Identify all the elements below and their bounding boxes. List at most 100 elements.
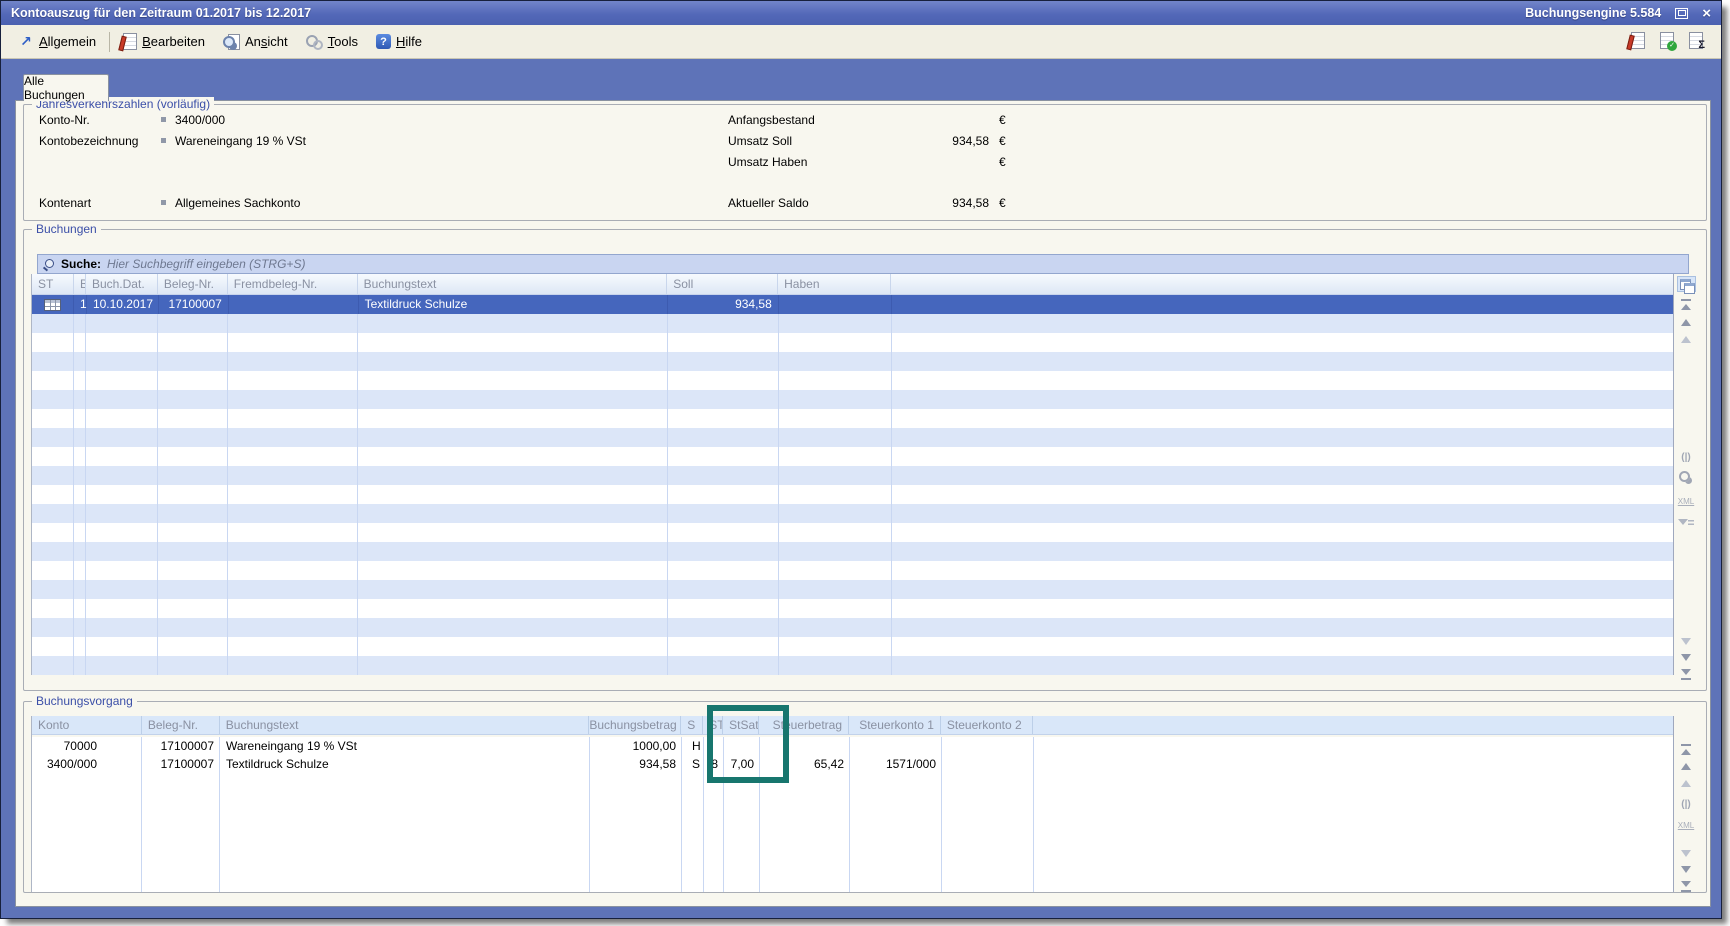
field-value: Allgemeines Sachkonto xyxy=(175,196,300,210)
transaction-table: KontoBeleg-Nr.BuchungstextBuchungsbetrag… xyxy=(31,716,1674,892)
field-label: Kontenart xyxy=(39,196,91,210)
engine-version: Buchungsengine 5.584 xyxy=(1525,6,1661,20)
column-header-Buchungsbetrag[interactable]: Buchungsbetrag xyxy=(589,716,681,734)
table-row[interactable] xyxy=(32,523,1673,542)
transaction-row[interactable]: 7000017100007Wareneingang 19 % VSt1000,0… xyxy=(32,737,1673,755)
cell xyxy=(32,295,74,314)
column-header-Steuerkonto 2[interactable]: Steuerkonto 2 xyxy=(941,716,1033,734)
grid-icon xyxy=(44,299,61,311)
scroll-top-icon[interactable] xyxy=(1677,744,1695,757)
scroll-down-icon[interactable] xyxy=(1677,651,1695,664)
page-up-icon[interactable] xyxy=(1677,777,1695,790)
field-bullet-icon xyxy=(161,200,166,205)
transaction-row[interactable]: 3400/00017100007Textildruck Schulze934,5… xyxy=(32,755,1673,773)
table-row[interactable] xyxy=(32,352,1673,371)
search-input[interactable]: Suche: Hier Suchbegriff eingeben (STRG+S… xyxy=(37,254,1689,274)
close-button[interactable]: × xyxy=(1702,6,1711,21)
doc-check-icon[interactable] xyxy=(1660,32,1674,49)
table-row[interactable] xyxy=(32,485,1673,504)
column-header-filler[interactable] xyxy=(891,274,1673,294)
xml-icon[interactable] xyxy=(1677,819,1695,832)
table-row[interactable] xyxy=(32,618,1673,637)
zoom-icon[interactable] xyxy=(1677,471,1695,484)
table-row[interactable] xyxy=(32,656,1673,675)
cell: 1000,00 xyxy=(590,737,682,755)
column-header-Beleg-Nr.[interactable]: Beleg-Nr. xyxy=(158,274,228,294)
window-title: Kontoauszug für den Zeitraum 01.2017 bis… xyxy=(11,6,311,20)
group-title: Buchungen xyxy=(32,222,101,236)
field-value: 3400/000 xyxy=(175,113,225,127)
field-label: Aktueller Saldo xyxy=(728,196,809,210)
doc-sum-icon[interactable] xyxy=(1689,32,1703,49)
column-header-Buchungstext[interactable]: Buchungstext xyxy=(220,716,590,734)
cell: Textildruck Schulze xyxy=(359,295,668,314)
search-icon xyxy=(43,258,55,270)
scroll-top-icon[interactable] xyxy=(1677,299,1695,312)
table-row[interactable] xyxy=(32,333,1673,352)
app-window: Kontoauszug für den Zeitraum 01.2017 bis… xyxy=(0,0,1722,919)
menu-bearbeiten[interactable]: Bearbeiten xyxy=(114,29,214,55)
menu-label: Tools xyxy=(328,34,358,49)
page-up-icon[interactable] xyxy=(1677,333,1695,346)
split-icon[interactable] xyxy=(1677,798,1695,811)
column-header-Fremdbeleg-Nr.[interactable]: Fremdbeleg-Nr. xyxy=(228,274,358,294)
cell: 934,58 xyxy=(590,755,682,773)
doc-pen-icon[interactable] xyxy=(1631,32,1645,49)
booking-row-selected[interactable]: 110.10.201717100007Textildruck Schulze93… xyxy=(32,295,1673,314)
column-chooser-icon[interactable] xyxy=(1677,276,1696,292)
column-header-ST[interactable]: ST xyxy=(32,274,74,294)
page-down-icon[interactable] xyxy=(1677,847,1695,860)
table-row[interactable] xyxy=(32,371,1673,390)
scroll-down-icon[interactable] xyxy=(1677,863,1695,876)
menu-allgemein[interactable]: Allgemein xyxy=(9,29,105,55)
magnifier-doc-icon xyxy=(223,34,240,50)
menu-tools[interactable]: Tools xyxy=(297,29,367,55)
scroll-bottom-icon[interactable] xyxy=(1677,667,1695,680)
table-row[interactable] xyxy=(32,504,1673,523)
scroll-up-icon[interactable] xyxy=(1677,316,1695,329)
xml-icon[interactable] xyxy=(1677,495,1695,508)
column-header-Buch.Dat.[interactable]: Buch.Dat. xyxy=(86,274,158,294)
column-header-B[interactable]: B xyxy=(74,274,86,294)
restore-button[interactable] xyxy=(1675,8,1688,19)
filter-icon[interactable] xyxy=(1677,517,1695,530)
table-row[interactable] xyxy=(32,580,1673,599)
scroll-up-icon[interactable] xyxy=(1677,760,1695,773)
page-down-icon[interactable] xyxy=(1677,635,1695,648)
doc-pen-icon xyxy=(123,33,137,50)
column-separator xyxy=(667,295,668,675)
field-amount: 934,58 xyxy=(829,134,989,148)
table-row[interactable] xyxy=(32,466,1673,485)
column-header-Konto[interactable]: Konto xyxy=(32,716,142,734)
cell: 1 xyxy=(74,295,87,314)
table-row[interactable] xyxy=(32,390,1673,409)
tab-alle-buchungen[interactable]: Alle Buchungen xyxy=(23,74,109,101)
table-row[interactable] xyxy=(32,599,1673,618)
cell: H xyxy=(682,737,704,755)
field-value: Wareneingang 19 % VSt xyxy=(175,134,306,148)
table-row[interactable] xyxy=(32,637,1673,656)
table-row[interactable] xyxy=(32,314,1673,333)
column-header-Steuerkonto 1[interactable]: Steuerkonto 1 xyxy=(849,716,941,734)
column-header-S[interactable]: S xyxy=(681,716,703,734)
table-row[interactable] xyxy=(32,561,1673,580)
menu-hilfe[interactable]: Hilfe xyxy=(367,29,431,55)
cell: 17100007 xyxy=(142,755,220,773)
column-header-Soll[interactable]: Soll xyxy=(667,274,778,294)
help-icon xyxy=(376,34,391,49)
field-bullet-icon xyxy=(161,117,166,122)
menu-ansicht[interactable]: Ansicht xyxy=(214,29,297,55)
column-separator xyxy=(85,295,86,675)
table-row[interactable] xyxy=(32,409,1673,428)
column-header-Buchungstext[interactable]: Buchungstext xyxy=(358,274,668,294)
scroll-bottom-icon[interactable] xyxy=(1677,879,1695,892)
table-row[interactable] xyxy=(32,428,1673,447)
split-icon[interactable] xyxy=(1677,451,1695,464)
column-header-filler[interactable] xyxy=(1033,716,1673,734)
column-header-Haben[interactable]: Haben xyxy=(778,274,891,294)
table-row[interactable] xyxy=(32,447,1673,466)
cell xyxy=(229,295,359,314)
column-header-Beleg-Nr.[interactable]: Beleg-Nr. xyxy=(142,716,220,734)
table-row[interactable] xyxy=(32,542,1673,561)
column-separator xyxy=(891,295,892,675)
